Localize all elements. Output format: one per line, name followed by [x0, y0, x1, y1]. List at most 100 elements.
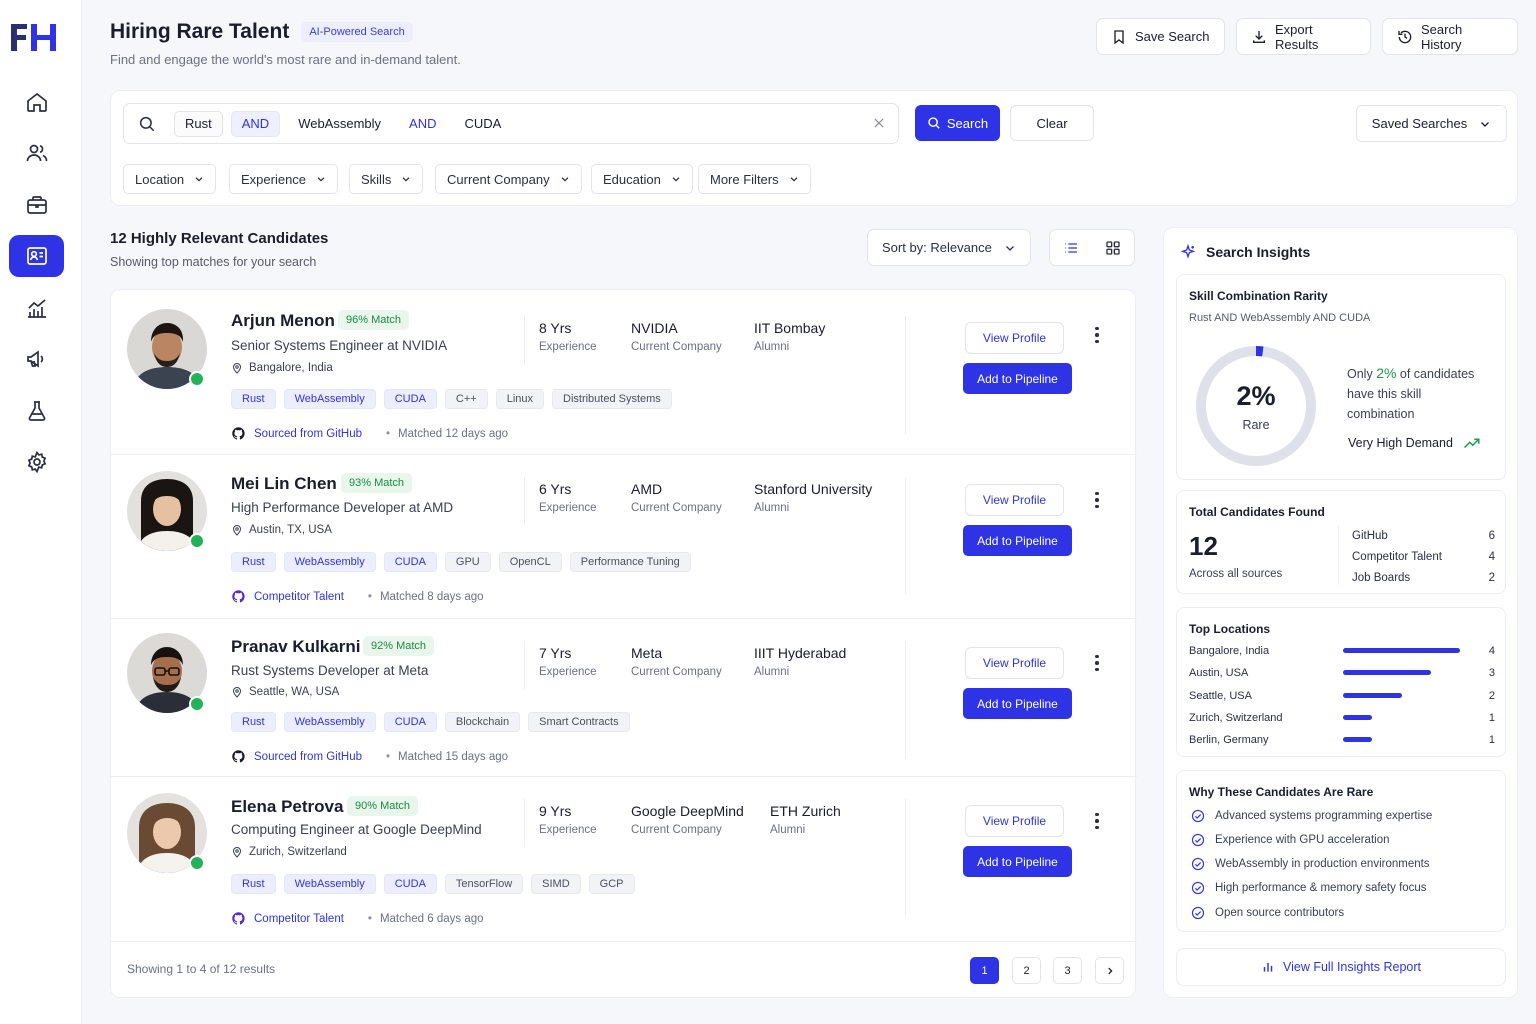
rarity-text-pct: 2%	[1376, 365, 1397, 381]
filter-label: Location	[135, 171, 185, 187]
nav-candidates[interactable]	[9, 132, 64, 174]
list-view-button[interactable]	[1050, 230, 1092, 265]
search-operator[interactable]: AND	[230, 110, 281, 137]
candidate-location: Bangalore, India	[231, 362, 333, 374]
skill-tags: Rust WebAssembly CUDA TensorFlow SIMD GC…	[231, 874, 635, 894]
nav-settings[interactable]	[9, 441, 64, 483]
candidate-name[interactable]: Arjun Menon	[231, 311, 335, 331]
search-token[interactable]: Rust	[174, 110, 223, 137]
more-options-icon[interactable]	[1089, 652, 1105, 674]
search-button-label: Search	[946, 115, 989, 131]
fh-logo[interactable]	[10, 22, 62, 52]
add-to-pipeline-button[interactable]: Add to Pipeline	[963, 363, 1072, 394]
nav-jobs[interactable]	[9, 184, 64, 226]
why-item: High performance & memory safety focus	[1191, 881, 1427, 895]
view-profile-button[interactable]: View Profile	[965, 322, 1064, 354]
rarity-text-line2: have this skill	[1347, 387, 1422, 401]
filter-location[interactable]: Location	[123, 164, 217, 194]
source-breakdown: GitHub 6 Competitor Talent 4 Job Boards 2	[1352, 526, 1495, 589]
source-label[interactable]: Competitor Talent	[254, 913, 344, 925]
rarity-query: Rust AND WebAssembly AND CUDA	[1189, 312, 1371, 324]
insights-title-text: Search Insights	[1206, 244, 1311, 260]
candidate-card[interactable]: Arjun Menon 96% Match Senior Systems Eng…	[111, 290, 1137, 455]
candidate-location: Seattle, WA, USA	[231, 686, 339, 698]
skill-tag: Smart Contracts	[528, 712, 630, 732]
skill-tag: GCP	[588, 874, 635, 894]
experience-stat: 8 Yrs Experience	[539, 320, 597, 353]
view-profile-button[interactable]: View Profile	[965, 484, 1064, 516]
source-name: Competitor Talent	[1352, 551, 1442, 563]
experience-value: 6 Yrs	[539, 481, 572, 497]
source-info: Competitor Talent • Matched 6 days ago	[231, 911, 484, 926]
candidate-name[interactable]: Elena Petrova	[231, 797, 343, 817]
source-info: Sourced from GitHub • Matched 12 days ag…	[231, 426, 508, 441]
location-row: Bangalore, India 4	[1189, 645, 1495, 657]
location-name: Bangalore, India	[1189, 645, 1270, 657]
github-icon	[231, 749, 246, 764]
page-button[interactable]: 3	[1053, 957, 1082, 984]
search-operator[interactable]: AND	[399, 111, 446, 137]
why-text: WebAssembly in production environments	[1215, 858, 1430, 870]
filter-experience[interactable]: Experience	[229, 164, 339, 194]
skill-tag: WebAssembly	[283, 712, 376, 732]
clear-button[interactable]: Clear	[1010, 105, 1094, 141]
github-icon	[231, 426, 246, 441]
add-to-pipeline-button[interactable]: Add to Pipeline	[963, 525, 1072, 556]
check-circle-icon	[1191, 906, 1205, 920]
source-label[interactable]: Sourced from GitHub	[254, 751, 362, 763]
candidate-card[interactable]: Pranav Kulkarni 92% Match Rust Systems D…	[111, 619, 1137, 777]
skill-tag: OpenCL	[498, 552, 562, 572]
skill-tag: Rust	[231, 389, 276, 409]
candidate-name[interactable]: Mei Lin Chen	[231, 474, 337, 494]
source-count: 6	[1488, 530, 1495, 542]
experience-label: Experience	[539, 502, 597, 514]
boolean-search-input[interactable]: Rust AND WebAssembly AND CUDA	[123, 103, 899, 144]
source-label[interactable]: Sourced from GitHub	[254, 428, 362, 440]
search-token[interactable]: WebAssembly	[288, 111, 391, 137]
rarity-text-pre: Only	[1347, 367, 1373, 381]
export-results-button[interactable]: Export Results	[1236, 18, 1371, 55]
search-token[interactable]: CUDA	[454, 111, 511, 137]
view-profile-button[interactable]: View Profile	[965, 805, 1064, 837]
next-page-button[interactable]	[1095, 957, 1124, 984]
more-options-icon[interactable]	[1089, 324, 1105, 346]
location-text: Bangalore, India	[249, 362, 333, 374]
separator-dot: •	[367, 912, 372, 925]
filter-skills[interactable]: Skills	[349, 164, 424, 194]
online-status-indicator	[189, 696, 205, 712]
clear-input-icon[interactable]	[872, 116, 886, 130]
company-stat: Google DeepMind Current Company	[631, 803, 744, 836]
nav-analytics[interactable]	[9, 287, 64, 329]
page-button[interactable]: 2	[1012, 957, 1041, 984]
matched-time: Matched 15 days ago	[398, 750, 509, 763]
source-label[interactable]: Competitor Talent	[254, 591, 344, 603]
search-button[interactable]: Search	[915, 105, 1000, 141]
nav-campaigns[interactable]	[9, 338, 64, 380]
add-to-pipeline-button[interactable]: Add to Pipeline	[963, 688, 1072, 719]
add-to-pipeline-button[interactable]: Add to Pipeline	[963, 846, 1072, 877]
filter-more[interactable]: More Filters	[698, 164, 811, 194]
search-history-button[interactable]: Search History	[1382, 18, 1518, 55]
candidate-card[interactable]: Mei Lin Chen 93% Match High Performance …	[111, 455, 1137, 619]
filter-education[interactable]: Education	[591, 164, 693, 194]
saved-searches-dropdown[interactable]: Saved Searches	[1356, 105, 1507, 142]
nav-assessments[interactable]	[9, 390, 64, 432]
save-search-button[interactable]: Save Search	[1096, 18, 1225, 55]
candidate-name[interactable]: Pranav Kulkarni	[231, 637, 360, 657]
more-options-icon[interactable]	[1089, 489, 1105, 511]
school-value: IIT Bombay	[754, 320, 826, 336]
filter-current-company[interactable]: Current Company	[435, 164, 582, 194]
grid-view-button[interactable]	[1092, 230, 1134, 265]
view-toggle	[1049, 229, 1135, 266]
total-count-label: Across all sources	[1189, 568, 1283, 580]
sort-dropdown[interactable]: Sort by: Relevance	[867, 229, 1031, 266]
candidate-card[interactable]: Elena Petrova 90% Match Computing Engine…	[111, 777, 1137, 942]
more-options-icon[interactable]	[1089, 810, 1105, 832]
page-button[interactable]: 1	[970, 957, 999, 984]
view-insights-report-button[interactable]: View Full Insights Report	[1176, 948, 1506, 986]
nav-talent-search[interactable]	[9, 235, 64, 277]
nav-home[interactable]	[9, 81, 64, 123]
location-name: Berlin, Germany	[1189, 734, 1269, 746]
experience-value: 9 Yrs	[539, 803, 572, 819]
view-profile-button[interactable]: View Profile	[965, 647, 1064, 679]
